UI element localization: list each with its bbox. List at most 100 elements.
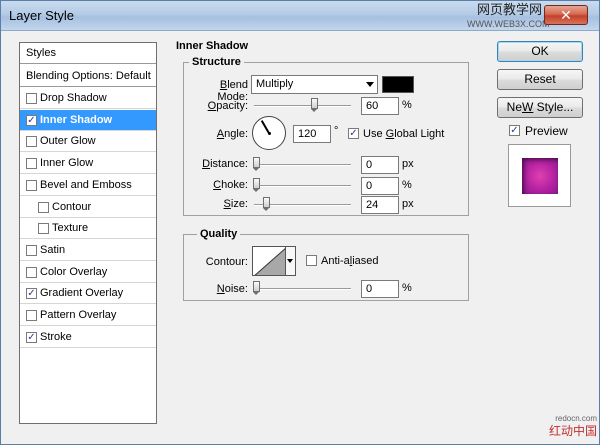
styles-list-item-label: Blending Options: Default [26,70,151,82]
angle-input[interactable]: 120 [293,125,331,143]
watermark-top-text: 网页教学网 [476,2,542,17]
size-unit: px [402,198,414,210]
use-global-light-checkbox[interactable]: ✓ [348,128,359,139]
reset-button[interactable]: Reset [497,69,583,90]
shadow-color-swatch[interactable] [382,76,414,93]
watermark-top: 网页教学网 WWW.WEB3X.COM [467,2,550,31]
styles-list-item-label: Outer Glow [40,135,96,148]
watermark-bottom-text: 红动中国 [548,424,597,438]
preview-checkbox[interactable]: ✓ [509,125,520,136]
styles-list-item-label: Drop Shadow [40,92,107,104]
size-label: Size: [223,198,248,210]
choke-input[interactable]: 0 [361,177,399,195]
checkbox-icon[interactable] [26,136,37,148]
styles-list-item[interactable]: Drop Shadow [20,88,156,109]
style-preview [508,144,571,207]
checkbox-icon[interactable] [26,266,37,278]
opacity-slider-track [254,105,351,107]
opacity-input[interactable]: 60 [361,97,399,115]
angle-label: Angle: [216,128,248,140]
new-style-button[interactable]: NeW Style... [497,97,583,118]
ok-button[interactable]: OK [497,41,583,62]
styles-list-item-label: Color Overlay [40,265,108,278]
styles-list-item[interactable]: Satin [20,240,156,261]
styles-list-item-label: Texture [52,222,89,235]
styles-list-item-label: Pattern Overlay [40,309,117,321]
styles-list-item[interactable]: Pattern Overlay [20,305,156,326]
styles-list-item[interactable]: Color Overlay [20,262,156,283]
styles-list: Styles Blending Options: Default Drop Shad… [19,42,157,424]
opacity-unit: % [402,99,412,111]
styles-list-item[interactable]: Contour [20,197,156,218]
choke-label: Choke: [213,179,248,191]
style-preview-swatch [522,158,558,194]
contour-curve-icon [254,248,285,275]
styles-list-item-label: Gradient Overlay [40,287,124,300]
distance-input[interactable]: 0 [361,156,399,174]
anti-aliased-checkbox[interactable] [306,255,317,266]
checked-checkbox-icon[interactable]: ✓ [26,288,37,300]
styles-list-item-label: Inner Glow [40,157,94,170]
size-slider-thumb[interactable] [262,197,270,211]
blend-mode-select[interactable]: Multiply [251,75,378,94]
quality-title: Quality [197,228,241,240]
close-button[interactable]: ✕ [544,5,588,25]
checkbox-icon[interactable] [38,223,49,235]
checked-checkbox-icon[interactable]: ✓ [26,114,37,126]
styles-list-item[interactable]: ✓ Stroke [20,327,156,348]
close-icon: ✕ [560,7,572,23]
watermark-top-url: WWW.WEB3X.COM [467,19,550,29]
noise-input[interactable]: 0 [361,280,399,298]
structure-title: Structure [189,56,244,68]
choke-unit: % [402,179,412,191]
checkbox-icon[interactable] [26,310,37,321]
styles-list-item[interactable]: Blending Options: Default [20,66,156,87]
preview-label: Preview [525,124,568,138]
contour-dropdown-button[interactable] [286,246,296,276]
noise-unit: % [402,282,412,294]
distance-slider-thumb[interactable] [253,157,260,171]
styles-list-item-label: Satin [40,243,66,256]
styles-list-item[interactable]: Outer Glow [20,131,156,153]
checkbox-icon[interactable] [26,158,37,170]
contour-label: Contour: [205,256,248,268]
opacity-label: Opacity: [207,100,248,112]
choke-slider-thumb[interactable] [253,178,260,192]
layer-style-dialog: Layer Style 网页教学网 WWW.WEB3X.COM ✕ Styles… [0,0,600,445]
checkbox-icon[interactable] [26,179,37,191]
styles-list-item-label: Inner Shadow [40,113,113,126]
styles-list-item[interactable]: Texture [20,218,156,240]
noise-slider-track [254,288,351,290]
styles-list-item[interactable]: Bevel and Emboss [20,175,156,196]
angle-dial[interactable] [252,116,286,150]
styles-list-item-label: Bevel and Emboss [40,178,132,191]
use-global-light-label: Use Global Light [363,128,445,140]
noise-slider-thumb[interactable] [253,281,260,295]
inner-shadow-title: Inner Shadow [173,40,252,52]
checkbox-icon[interactable] [26,244,37,256]
distance-unit: px [402,158,414,170]
opacity-slider-thumb[interactable] [310,98,318,112]
styles-list-item-label: Stroke [40,330,72,343]
angle-center [268,132,271,135]
checkbox-icon[interactable] [26,93,37,104]
styles-list-item[interactable]: Inner Glow [20,153,156,175]
contour-preview[interactable] [252,246,286,276]
size-input[interactable]: 24 [361,196,399,214]
styles-list-item[interactable]: ✓ Gradient Overlay [20,283,156,305]
distance-slider-track [254,164,351,166]
noise-label: Noise: [216,283,248,295]
checkbox-icon[interactable] [38,201,49,213]
styles-list-item-label: Styles [26,47,56,59]
title-bar[interactable]: Layer Style 网页教学网 WWW.WEB3X.COM ✕ [1,1,599,31]
styles-list-item[interactable]: ✓ Inner Shadow [20,109,156,131]
chevron-down-icon [366,82,374,87]
styles-list-item-label: Contour [52,200,92,213]
checked-checkbox-icon[interactable]: ✓ [26,331,37,343]
watermark-bottom: redocn.com 红动中国 [535,412,597,438]
angle-unit: ° [334,125,339,137]
anti-aliased-label: Anti-aliased [321,255,379,267]
distance-label: Distance: [202,158,248,170]
styles-list-item[interactable]: Styles [20,43,156,64]
window-title: Layer Style [9,8,75,23]
